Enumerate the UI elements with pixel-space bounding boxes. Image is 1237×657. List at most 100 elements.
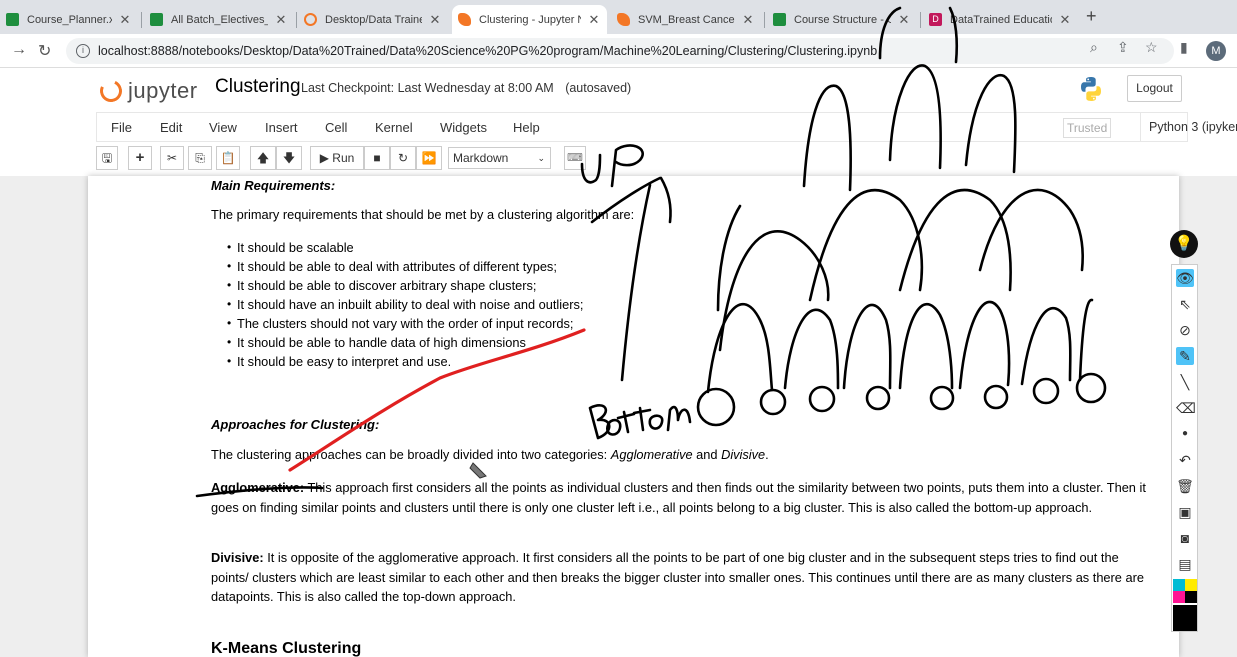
site-info-icon[interactable]: i <box>76 44 90 58</box>
browser-tab-active[interactable]: Clustering - Jupyter N ✕ <box>452 5 607 34</box>
eraser-icon[interactable]: ⌫ <box>1176 399 1196 417</box>
back-icon[interactable]: → <box>11 41 27 59</box>
keyboard-icon[interactable]: ⌨ <box>564 146 586 170</box>
run-button[interactable]: ▶ Run <box>310 146 364 170</box>
tab-title: Clustering - Jupyter N <box>479 13 581 26</box>
requirement-item: The clusters should not vary with the or… <box>227 314 573 333</box>
jupyter-logo[interactable]: jupyter <box>96 76 198 106</box>
paste-icon[interactable]: 📋 <box>216 146 240 170</box>
logout-button[interactable]: Logout <box>1127 75 1182 102</box>
annotation-palette: 👁 ⇖ ⊘ ✎ ╲ ⌫ ● ↶ 🗑 ▣ ◙ ▤ <box>1171 264 1198 632</box>
sheets-favicon-icon <box>150 13 163 26</box>
highlighter-icon[interactable]: ✎ <box>1176 347 1194 365</box>
run-icon: ▶ <box>319 151 329 165</box>
agglomerative-term: Agglomerative <box>610 447 693 462</box>
requirement-item: It should have an inbuilt ability to dea… <box>227 295 583 314</box>
sidepanel-icon[interactable]: ▮ <box>1180 39 1188 56</box>
main-requirements-heading: Main Requirements: <box>211 178 336 193</box>
close-tab-icon[interactable]: ✕ <box>118 12 132 28</box>
profile-avatar[interactable]: M <box>1206 41 1226 61</box>
menu-insert[interactable]: Insert <box>265 120 298 135</box>
restart-icon[interactable]: ↻ <box>390 146 416 170</box>
swatch-black[interactable] <box>1185 591 1197 603</box>
notebook-favicon-icon <box>458 13 471 26</box>
close-tab-icon[interactable]: ✕ <box>274 12 288 28</box>
kernel-indicator: Python 3 (ipykernel) <box>1140 113 1237 141</box>
browser-tab[interactable]: All Batch_Electives_Rc ✕ <box>144 5 294 34</box>
copy-icon[interactable]: ⎘ <box>188 146 212 170</box>
notebook-name[interactable]: Clustering <box>215 76 301 98</box>
zoom-icon[interactable]: ⌕ <box>1090 39 1098 56</box>
menu-help[interactable]: Help <box>513 120 540 135</box>
menu-edit[interactable]: Edit <box>160 120 182 135</box>
menu-file[interactable]: File <box>111 120 132 135</box>
tab-title: Course Structure - G <box>794 13 891 26</box>
trusted-indicator[interactable]: Trusted <box>1063 118 1112 138</box>
move-down-icon[interactable]: 🡇 <box>276 146 302 170</box>
menu-widgets[interactable]: Widgets <box>440 120 487 135</box>
move-up-icon[interactable]: 🡅 <box>250 146 276 170</box>
share-icon[interactable]: ⇪ <box>1117 39 1129 56</box>
cell-type-select[interactable]: Markdown ⌄ <box>448 147 551 169</box>
run-label: Run <box>332 151 355 165</box>
swatch-selected[interactable] <box>1173 605 1197 631</box>
requirement-item: It should be scalable <box>227 238 354 257</box>
eye-icon[interactable]: 👁 <box>1176 269 1194 287</box>
browser-tab[interactable]: SVM_Breast Cancer Pr ✕ <box>611 5 761 34</box>
cursor-icon[interactable]: ⇖ <box>1176 295 1194 313</box>
swatch-magenta[interactable] <box>1173 591 1185 603</box>
browser-tab[interactable]: Course Structure - G ✕ <box>767 5 917 34</box>
agglomerative-paragraph: Agglomerative: This approach first consi… <box>211 478 1151 517</box>
tab-title: Course_Planner.xlsx - <box>27 13 112 26</box>
close-tab-icon[interactable]: ✕ <box>428 12 442 28</box>
swatch-yellow[interactable] <box>1185 579 1197 591</box>
fast-forward-icon[interactable]: ⏩ <box>416 146 442 170</box>
new-tab-icon[interactable]: + <box>1086 6 1097 27</box>
browser-tab[interactable]: D DataTrained Educatio ✕ <box>923 5 1078 34</box>
close-tab-icon[interactable]: ✕ <box>587 12 601 28</box>
line-icon[interactable]: ╲ <box>1176 373 1194 391</box>
approaches-heading: Approaches for Clustering: <box>211 417 380 432</box>
reload-icon[interactable]: ↻ <box>38 41 51 61</box>
sheets-favicon-icon <box>773 13 786 26</box>
save-icon[interactable]: 🖫 <box>96 146 118 170</box>
close-tab-icon[interactable]: ✕ <box>897 12 911 28</box>
kmeans-heading: K-Means Clustering <box>211 640 362 657</box>
screen-icon[interactable]: ▣ <box>1176 503 1194 521</box>
menu-view[interactable]: View <box>209 120 237 135</box>
swatch-cyan[interactable] <box>1173 579 1185 591</box>
divisive-label: Divisive: <box>211 550 264 565</box>
tab-title: Desktop/Data Trained <box>325 13 422 26</box>
cut-icon[interactable]: ✂ <box>160 146 184 170</box>
undo-icon[interactable]: ↶ <box>1176 451 1194 469</box>
notebook-favicon-icon <box>617 13 630 26</box>
compass-icon[interactable]: ⊘ <box>1176 321 1194 339</box>
requirement-item: It should be easy to interpret and use. <box>227 352 451 371</box>
insert-cell-icon[interactable]: + <box>128 146 152 170</box>
camera-icon[interactable]: ◙ <box>1176 529 1194 547</box>
browser-tab[interactable]: Course_Planner.xlsx - ✕ <box>0 5 138 34</box>
sheets-favicon-icon <box>6 13 19 26</box>
approaches-end: . <box>765 447 769 462</box>
dot-icon[interactable]: ● <box>1176 425 1194 443</box>
browser-tab[interactable]: Desktop/Data Trained ✕ <box>298 5 448 34</box>
tab-title: SVM_Breast Cancer Pr <box>638 13 735 26</box>
autosave-status: (autosaved) <box>565 81 632 95</box>
close-tab-icon[interactable]: ✕ <box>741 12 755 28</box>
menu-kernel[interactable]: Kernel <box>375 120 413 135</box>
requirement-item: It should be able to handle data of high… <box>227 333 526 352</box>
clipboard-icon[interactable]: ▤ <box>1176 555 1194 573</box>
pin-icon[interactable]: 💡 <box>1170 230 1198 258</box>
agglomerative-label: Agglomerative: <box>211 480 305 495</box>
trash-icon[interactable]: 🗑 <box>1176 477 1194 495</box>
tab-title: DataTrained Educatio <box>950 13 1052 26</box>
divisive-text: It is opposite of the agglomerative appr… <box>211 550 1144 604</box>
browser-navbar: → ↻ i localhost:8888/notebooks/Desktop/D… <box>0 34 1237 68</box>
menu-cell[interactable]: Cell <box>325 120 347 135</box>
url-text: localhost:8888/notebooks/Desktop/Data%20… <box>98 44 878 58</box>
interrupt-icon[interactable]: ■ <box>364 146 390 170</box>
address-bar[interactable]: i localhost:8888/notebooks/Desktop/Data%… <box>66 38 1174 64</box>
bookmark-star-icon[interactable]: ☆ <box>1145 39 1158 56</box>
requirement-item: It should be able to discover arbitrary … <box>227 276 536 295</box>
close-tab-icon[interactable]: ✕ <box>1058 12 1072 28</box>
